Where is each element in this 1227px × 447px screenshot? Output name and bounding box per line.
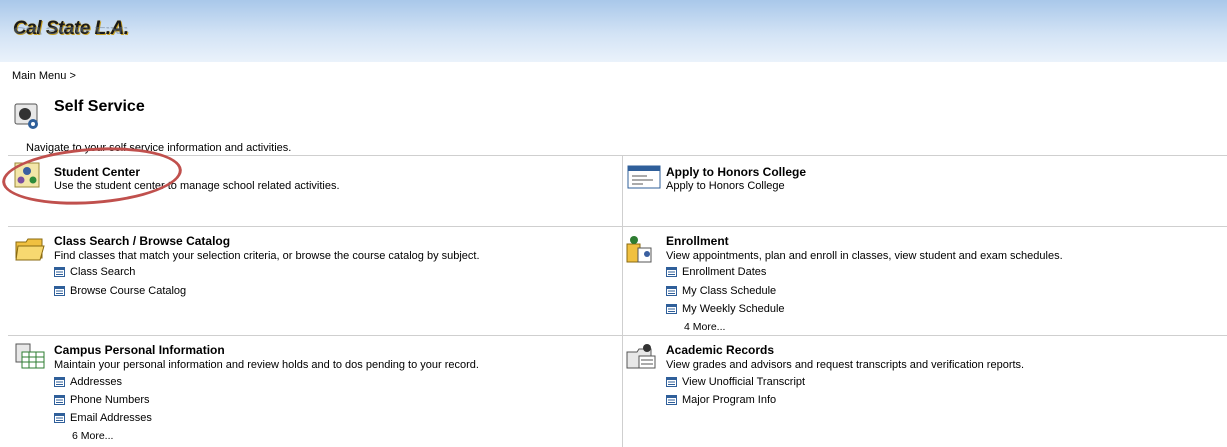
browse-catalog-label[interactable]: Browse Course Catalog xyxy=(70,285,186,297)
link-icon xyxy=(666,377,677,387)
class-search-title[interactable]: Class Search / Browse Catalog xyxy=(54,234,230,248)
academic-records-title[interactable]: Academic Records xyxy=(666,343,774,357)
logo-reflection: Cal State L.A. xyxy=(13,24,129,36)
enrollment-title[interactable]: Enrollment xyxy=(666,234,729,248)
link-icon xyxy=(54,286,65,296)
addresses-label[interactable]: Addresses xyxy=(70,376,122,388)
personal-info-icon[interactable] xyxy=(14,342,48,372)
phone-numbers-link[interactable]: Phone Numbers xyxy=(54,394,150,406)
my-weekly-schedule-link[interactable]: My Weekly Schedule xyxy=(666,303,785,315)
honors-college-description: Apply to Honors College xyxy=(666,180,785,192)
enrollment-description: View appointments, plan and enroll in cl… xyxy=(666,250,1063,262)
campus-personal-info-title[interactable]: Campus Personal Information xyxy=(54,343,225,357)
link-icon xyxy=(54,395,65,405)
page-title: Self Service xyxy=(54,98,145,115)
folder-icon[interactable] xyxy=(14,234,46,262)
unofficial-transcript-link[interactable]: View Unofficial Transcript xyxy=(666,376,805,388)
my-class-schedule-link[interactable]: My Class Schedule xyxy=(666,285,776,297)
records-icon[interactable] xyxy=(625,342,661,372)
email-addresses-label[interactable]: Email Addresses xyxy=(70,412,152,424)
divider xyxy=(8,226,1227,227)
unofficial-transcript-label[interactable]: View Unofficial Transcript xyxy=(682,376,805,388)
link-icon xyxy=(666,286,677,296)
link-icon xyxy=(54,377,65,387)
class-search-link[interactable]: Class Search xyxy=(54,266,135,278)
header-banner: Cal State L.A. Cal State L.A. xyxy=(0,0,1227,62)
campus-personal-info-description: Maintain your personal information and r… xyxy=(54,359,479,371)
class-search-description: Find classes that match your selection c… xyxy=(54,250,480,262)
major-program-info-label[interactable]: Major Program Info xyxy=(682,394,776,406)
link-icon xyxy=(54,413,65,423)
form-icon[interactable] xyxy=(627,165,661,189)
enrollment-more-link[interactable]: 4 More... xyxy=(684,321,725,333)
link-icon xyxy=(666,304,677,314)
divider xyxy=(8,155,1227,156)
my-weekly-schedule-label[interactable]: My Weekly Schedule xyxy=(682,303,785,315)
class-search-label[interactable]: Class Search xyxy=(70,266,135,278)
honors-college-link[interactable]: Apply to Honors College xyxy=(666,165,806,179)
enrollment-icon[interactable] xyxy=(625,234,659,264)
enrollment-dates-link[interactable]: Enrollment Dates xyxy=(666,266,766,278)
major-program-info-link[interactable]: Major Program Info xyxy=(666,394,776,406)
email-addresses-link[interactable]: Email Addresses xyxy=(54,412,152,424)
link-icon xyxy=(666,267,677,277)
browse-catalog-link[interactable]: Browse Course Catalog xyxy=(54,285,186,297)
my-class-schedule-label[interactable]: My Class Schedule xyxy=(682,285,776,297)
phone-numbers-label[interactable]: Phone Numbers xyxy=(70,394,150,406)
link-icon xyxy=(54,267,65,277)
divider xyxy=(8,335,1227,336)
self-service-icon xyxy=(14,103,38,129)
addresses-link[interactable]: Addresses xyxy=(54,376,122,388)
column-divider xyxy=(622,155,623,447)
enrollment-dates-label[interactable]: Enrollment Dates xyxy=(682,266,766,278)
academic-records-description: View grades and advisors and request tra… xyxy=(666,359,1025,371)
link-icon xyxy=(666,395,677,405)
campus-info-more-link[interactable]: 6 More... xyxy=(72,430,113,442)
breadcrumb[interactable]: Main Menu > xyxy=(12,70,76,82)
